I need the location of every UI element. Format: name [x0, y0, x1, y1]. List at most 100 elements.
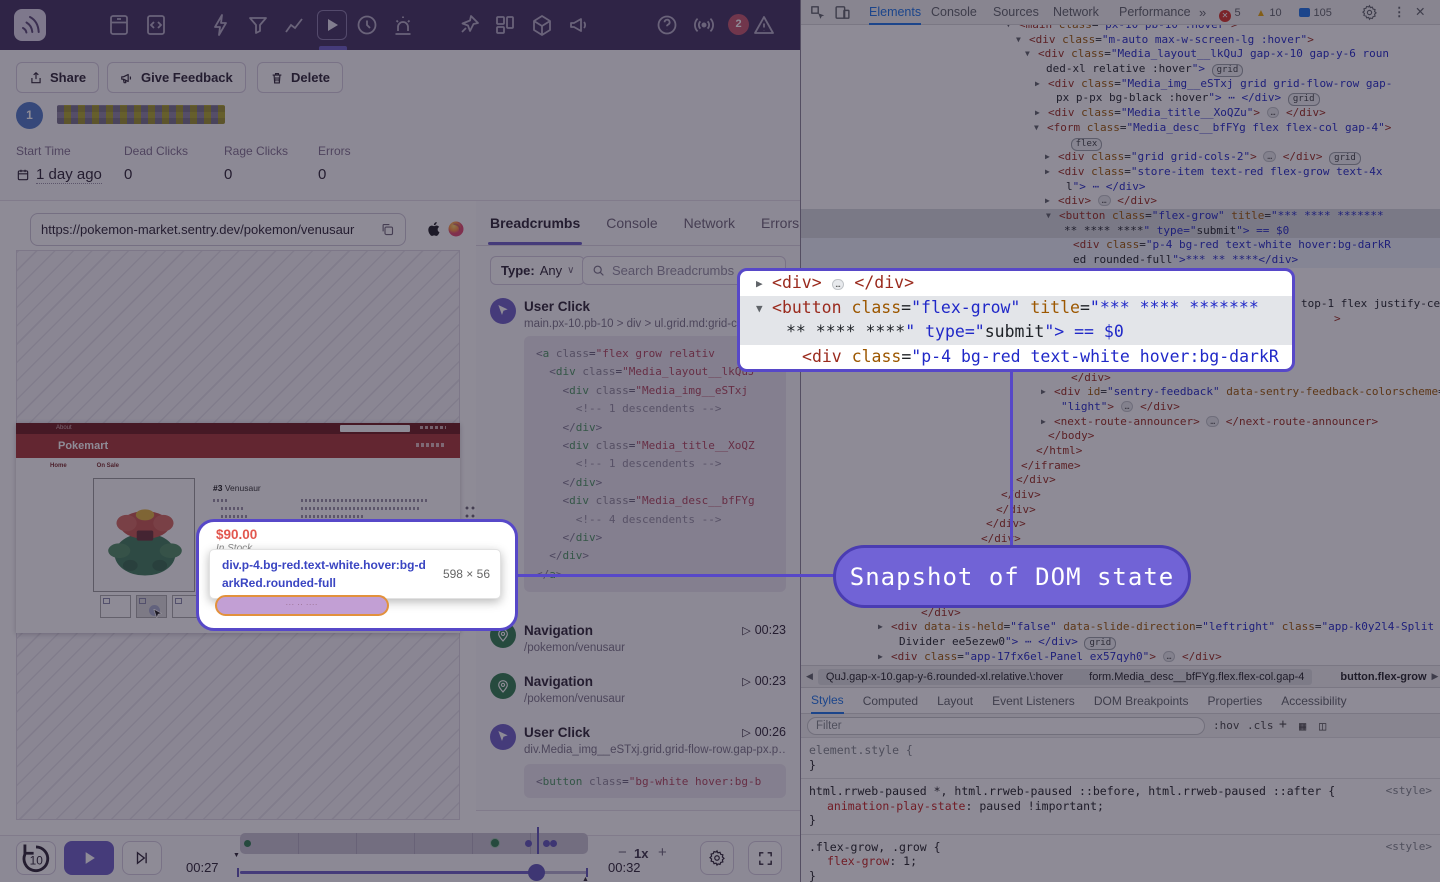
issues-icon[interactable]	[107, 13, 131, 37]
tree-line[interactable]: </div>	[801, 517, 1440, 532]
warning-icon[interactable]	[752, 13, 776, 37]
tree-line[interactable]: ▼<div class="Media_layout__lkQuJ gap-x-1…	[801, 47, 1440, 62]
devtools-tab-network[interactable]: Network	[1053, 0, 1099, 25]
sentry-logo[interactable]	[14, 9, 46, 41]
toggle-classes[interactable]: .cls	[1247, 719, 1274, 732]
alerts-icon[interactable]	[391, 13, 415, 37]
message-count-badge[interactable]: 105	[1299, 0, 1332, 25]
devtools-settings-icon[interactable]	[1361, 4, 1378, 21]
tab-accessibility[interactable]: Accessibility	[1281, 694, 1346, 708]
tree-line[interactable]: </div>	[801, 488, 1440, 503]
tab-errors[interactable]: Errors	[761, 215, 799, 231]
devtools-tab-elements[interactable]: Elements	[869, 0, 921, 25]
speed-decrease-button[interactable]: −	[618, 844, 627, 861]
more-tabs-chevron[interactable]: »	[1199, 0, 1206, 25]
tree-line[interactable]: Divider ee5ezew0"> ⋯ </div> grid	[801, 635, 1440, 650]
tree-line[interactable]: ded-xl relative :hover"> grid	[801, 62, 1440, 77]
crons-icon[interactable]	[530, 13, 554, 37]
tab-network[interactable]: Network	[684, 215, 735, 231]
delete-button[interactable]: Delete	[257, 62, 343, 93]
chart-icon[interactable]	[282, 13, 306, 37]
computed-panel-icon[interactable]: ◫	[1319, 719, 1326, 733]
speed-value[interactable]: 1x	[634, 846, 648, 861]
tree-line[interactable]: ▶<div class="grid grid-cols-2"> … </div>…	[801, 150, 1440, 165]
tree-line[interactable]: ▼<form class="Media_desc__bfFYg flex fle…	[801, 121, 1440, 136]
devtools-tab-console[interactable]: Console	[931, 0, 977, 25]
megaphone-icon[interactable]	[567, 13, 591, 37]
seek-thumb[interactable]	[528, 864, 545, 881]
profiling-icon[interactable]	[355, 13, 379, 37]
rewind-10s-button[interactable]: 10	[16, 841, 56, 875]
dom-crumb-2[interactable]: form.Media_desc__bfFYg.flex.flex-col.gap…	[1089, 671, 1304, 683]
funnel-icon[interactable]	[246, 13, 270, 37]
tree-line[interactable]: ▶<div class="Media_img__eSTxj grid grid-…	[801, 77, 1440, 92]
explore-icon[interactable]	[144, 13, 168, 37]
event-timeline[interactable]	[240, 833, 588, 854]
dashboards-icon[interactable]	[493, 13, 517, 37]
tab-styles[interactable]: Styles	[811, 688, 844, 714]
tree-line[interactable]: ** **** ****" type="submit"> == $0	[801, 224, 1440, 239]
tree-line[interactable]: ▶<div class="app-17fx6el-Panel ex57qyh0"…	[801, 650, 1440, 665]
tree-line[interactable]: ▶<div class="store-item text-red flex-gr…	[801, 165, 1440, 180]
help-icon[interactable]	[655, 13, 679, 37]
stylesheet-link[interactable]: <style>	[1386, 840, 1432, 855]
tree-line[interactable]: ▼<main class="px-10 pb-10 :hover">	[801, 25, 1440, 33]
give-feedback-button[interactable]: Give Feedback	[107, 62, 246, 93]
tree-line[interactable]: </div>	[801, 473, 1440, 488]
tree-line[interactable]: ▼<button class="flex-grow" title="*** **…	[801, 209, 1440, 224]
tab-dom-breakpoints[interactable]: DOM Breakpoints	[1094, 694, 1189, 708]
type-filter-dropdown[interactable]: Type:Any∨	[490, 256, 585, 285]
skip-to-end-button[interactable]	[122, 841, 162, 875]
devtools-menu-icon[interactable]: ⋮	[1393, 0, 1406, 25]
speed-increase-button[interactable]: +	[658, 844, 667, 861]
tree-line[interactable]: "light"> … </div>	[801, 400, 1440, 415]
inspect-element-icon[interactable]	[809, 4, 826, 21]
style-rule-element[interactable]: element.style { }	[801, 738, 1440, 779]
tree-line[interactable]: </body>	[801, 429, 1440, 444]
tree-line[interactable]: <div class="p-4 bg-red text-white hover:…	[801, 238, 1440, 253]
player-settings-button[interactable]	[700, 841, 734, 875]
warning-count-badge[interactable]: ▲ 10	[1256, 0, 1282, 25]
share-button[interactable]: Share	[16, 62, 99, 93]
pin-icon[interactable]	[457, 13, 481, 37]
devtools-close-icon[interactable]: ✕	[1415, 0, 1425, 25]
crumb-scroll-left-icon[interactable]: ◀	[801, 671, 818, 682]
tab-breadcrumbs[interactable]: Breadcrumbs	[490, 215, 580, 231]
styles-filter-input[interactable]: Filter	[807, 717, 1205, 735]
error-count-badge[interactable]: ✕ 5	[1219, 0, 1241, 25]
devtools-tab-performance[interactable]: Performance	[1119, 0, 1191, 25]
new-style-rule-icon[interactable]: +	[1279, 717, 1287, 732]
crumb-scroll-right-icon[interactable]: ▶	[1427, 671, 1440, 682]
tab-properties[interactable]: Properties	[1208, 694, 1263, 708]
timeline-playhead[interactable]	[537, 827, 539, 854]
fullscreen-button[interactable]	[748, 841, 782, 875]
tree-line[interactable]: ▶<div> … </div>	[801, 194, 1440, 209]
tree-line[interactable]: </iframe>	[801, 459, 1440, 474]
seek-bar[interactable]	[240, 871, 588, 874]
tab-layout[interactable]: Layout	[937, 694, 973, 708]
lightning-icon[interactable]	[209, 13, 233, 37]
highlighted-add-to-cart-button[interactable]: ··· ·· ····	[215, 595, 389, 616]
replays-icon[interactable]	[317, 10, 347, 40]
tree-line[interactable]: l"> ⋯ </div>	[801, 180, 1440, 195]
dom-crumb-3-active[interactable]: button.flex-grow	[1340, 671, 1426, 683]
tab-computed[interactable]: Computed	[863, 694, 918, 708]
tree-line[interactable]: </div>	[801, 503, 1440, 518]
tree-line[interactable]: ▼<div class="m-auto max-w-screen-lg :hov…	[801, 33, 1440, 48]
tree-line[interactable]: ▶<div class="Media_title__XoQZu"> … </di…	[801, 106, 1440, 121]
tab-console[interactable]: Console	[606, 215, 657, 231]
copy-icon[interactable]	[380, 222, 395, 237]
grid-overlay-icon[interactable]: ▦	[1299, 719, 1306, 733]
tree-line[interactable]: </html>	[801, 444, 1440, 459]
style-rule-rrweb-paused[interactable]: <style> html.rrweb-paused *, html.rrweb-…	[801, 779, 1440, 835]
tree-line[interactable]: ▶<div id="sentry-feedback" data-sentry-f…	[801, 385, 1440, 400]
dom-crumb-1[interactable]: QuJ.gap-x-10.gap-y-6.rounded-xl.relative…	[826, 671, 1063, 683]
notifications-badge[interactable]: 2	[728, 14, 749, 35]
tree-line[interactable]: </div>	[801, 371, 1440, 386]
play-button[interactable]	[64, 841, 114, 875]
tree-line[interactable]: px p-px bg-black :hover"> ⋯ </div> grid	[801, 91, 1440, 106]
tree-line[interactable]: ▶<next-route-announcer> … </next-route-a…	[801, 415, 1440, 430]
stylesheet-link[interactable]: <style>	[1386, 784, 1432, 799]
broadcast-icon[interactable]	[692, 13, 716, 37]
tree-line[interactable]: ▶<div data-is-held="false" data-slide-di…	[801, 620, 1440, 635]
